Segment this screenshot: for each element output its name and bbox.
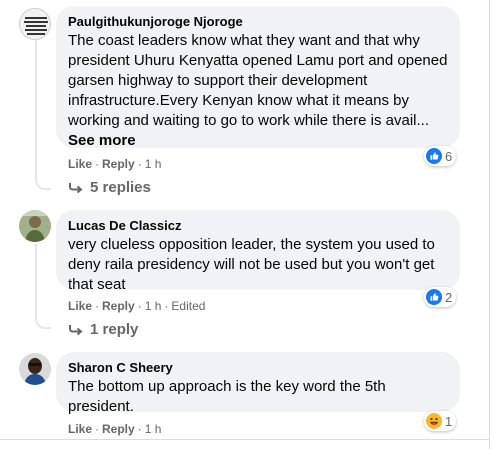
separator-dot: · [137, 422, 142, 436]
view-replies-link[interactable]: 1 reply [68, 320, 138, 340]
reaction-summary[interactable]: 2 [424, 287, 457, 307]
author-name[interactable]: Lucas De Classicz [68, 218, 448, 234]
replies-count: 1 reply [90, 321, 139, 338]
timestamp[interactable]: 1 h [145, 299, 162, 313]
reply-arrow-icon [69, 183, 83, 194]
like-icon [426, 289, 442, 305]
comment-text-line: that seat [68, 276, 126, 293]
reply-button[interactable]: Reply [102, 299, 135, 313]
haha-icon [426, 413, 442, 429]
comment-bubble: Lucas De Classicz very clueless oppositi… [56, 210, 460, 293]
comment-text-line: infrastructure.Every Kenyan know what it… [68, 92, 409, 109]
thread-line [35, 40, 37, 176]
avatar[interactable] [19, 353, 51, 385]
comment-text-line: deny raila presidency will not be used b… [68, 256, 435, 273]
thread-connector [35, 176, 51, 190]
reply-button[interactable]: Reply [102, 157, 135, 171]
comment-text-line: garsen highway to support their developm… [68, 72, 368, 89]
like-button[interactable]: Like [68, 157, 92, 171]
replies-count: 5 replies [90, 179, 151, 196]
comment-text-line: The bottom up approach is the key word t… [68, 378, 386, 395]
comment-text-line: working and waiting to go to work while … [68, 112, 430, 129]
comment-text-line: The coast leaders know what they want an… [68, 32, 420, 49]
comment-actions: Like · Reply · 1 h · Edited [68, 298, 205, 314]
author-name[interactable]: Paulgithukunjoroge Njoroge [68, 14, 448, 30]
edited-label: Edited [171, 299, 206, 313]
comment-bubble: Sharon C Sheery The bottom up approach i… [56, 352, 460, 415]
like-button[interactable]: Like [68, 422, 92, 436]
avatar[interactable] [19, 210, 51, 242]
view-replies-link[interactable]: 5 replies [68, 178, 151, 198]
reaction-summary[interactable]: 6 [424, 146, 457, 166]
comment-bubble: Paulgithukunjoroge Njoroge The coast lea… [56, 6, 460, 151]
comment-text: The coast leaders know what they want an… [68, 31, 448, 151]
separator-dot: · [164, 299, 169, 313]
avatar-image [20, 9, 50, 39]
comment-actions: Like · Reply · 1 h [68, 156, 161, 172]
see-more-link[interactable]: See more [68, 131, 448, 151]
avatar-image [19, 353, 51, 385]
frame-border-bottom [0, 439, 490, 440]
separator-dot: · [137, 157, 142, 171]
comment-actions: Like · Reply · 1 h [68, 421, 161, 437]
frame-border-right [489, 0, 490, 449]
timestamp[interactable]: 1 h [145, 157, 162, 171]
avatar-image [19, 210, 51, 242]
timestamp[interactable]: 1 h [145, 422, 162, 436]
reply-arrow-icon [69, 325, 83, 336]
like-button[interactable]: Like [68, 299, 92, 313]
avatar[interactable] [19, 8, 51, 40]
separator-dot: · [137, 299, 142, 313]
like-icon [426, 148, 442, 164]
reaction-summary[interactable]: 1 [424, 411, 457, 431]
reaction-count: 1 [445, 413, 453, 429]
comment-text: very clueless opposition leader, the sys… [68, 235, 448, 295]
comment-text-line: very clueless opposition leader, the sys… [68, 236, 435, 253]
comment-text-line: president Uhuru Kenyatta opened Lamu por… [68, 52, 448, 69]
thread-connector [35, 315, 51, 329]
separator-dot: · [95, 157, 100, 171]
reaction-count: 6 [445, 148, 453, 164]
reaction-count: 2 [445, 289, 453, 305]
thread-line [35, 244, 37, 315]
separator-dot: · [95, 299, 100, 313]
comment-text: The bottom up approach is the key word t… [68, 377, 448, 417]
author-name[interactable]: Sharon C Sheery [68, 360, 448, 376]
comment-text-line: president. [68, 398, 134, 415]
separator-dot: · [95, 422, 100, 436]
reply-button[interactable]: Reply [102, 422, 135, 436]
